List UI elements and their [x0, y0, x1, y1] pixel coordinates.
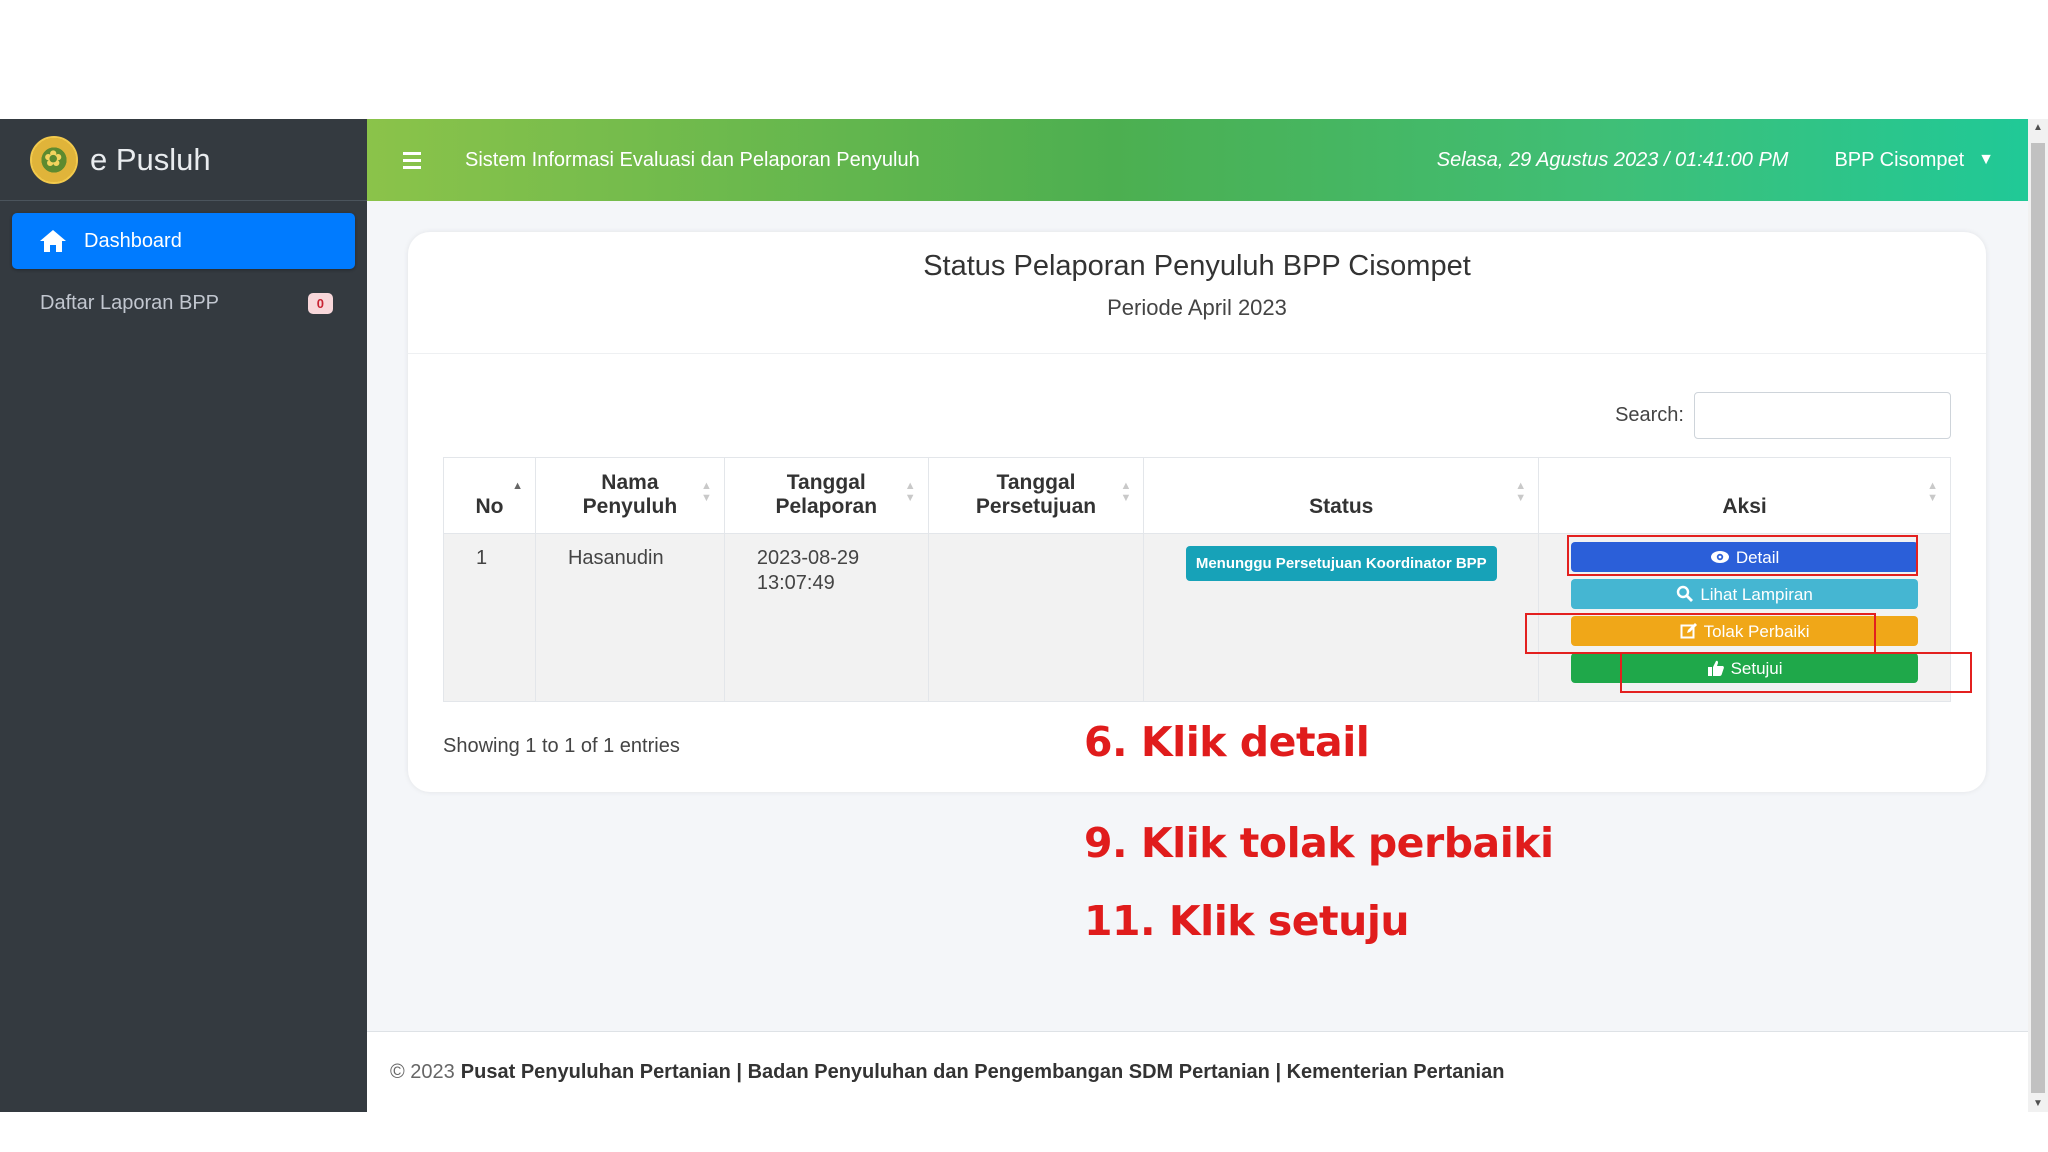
sidebar-item-daftar-laporan[interactable]: Daftar Laporan BPP 0 — [12, 275, 355, 331]
footer-org: Pusat Penyuluhan Pertanian | Badan Penyu… — [460, 1060, 1505, 1083]
search-bar: Search: — [1615, 392, 1951, 439]
home-icon — [38, 228, 68, 254]
logo-icon — [30, 135, 78, 184]
footer-copyright: © 2023 — [390, 1060, 455, 1083]
cell-status: Menunggu Persetujuan Koordinator BPP — [1143, 533, 1540, 702]
sidebar-nav: Dashboard Daftar Laporan BPP 0 — [0, 201, 367, 349]
sidebar-item-label: Dashboard — [84, 229, 182, 252]
card-header: Status Pelaporan Penyuluh BPP Cisompet P… — [408, 232, 1986, 354]
period-subtitle: Periode April 2023 — [1107, 295, 1287, 320]
column-header-tanggal-pelaporan[interactable]: Tanggal Pelaporan ▲ ▼ — [723, 457, 929, 534]
cell-no: 1 — [443, 533, 536, 702]
setujui-button[interactable]: Setujui — [1571, 653, 1919, 683]
scroll-up-icon[interactable]: ▲ — [2033, 122, 2043, 133]
lihat-lampiran-button[interactable]: Lihat Lampiran — [1571, 579, 1919, 609]
column-header-nama[interactable]: Nama Penyuluh ▲ ▼ — [534, 457, 725, 534]
sort-asc-icon: ▲ — [512, 480, 523, 492]
annotation-step-9: 9. Klik tolak perbaiki — [1084, 819, 1554, 867]
column-header-status[interactable]: Status ▲ ▼ — [1143, 457, 1540, 534]
brand-name: e Pusluh — [90, 141, 211, 177]
annotation-step-11: 11. Klik setuju — [1084, 897, 1410, 945]
user-name: BPP Cisompet — [1834, 148, 1965, 171]
cell-aksi: Detail Lihat Lampiran Tolak Perbaiki Set… — [1538, 533, 1951, 702]
datetime: Selasa, 29 Agustus 2023 / 01:41:00 PM — [1436, 148, 1789, 171]
report-table: No ▲ Nama Penyuluh ▲ ▼ Tanggal Pelaporan ▲ ▼ — [443, 457, 1951, 702]
brand[interactable]: e Pusluh — [0, 119, 367, 201]
scrollbar-thumb[interactable] — [2031, 143, 2045, 1093]
search-input[interactable] — [1694, 392, 1951, 439]
sort-icon: ▲ ▼ — [1515, 480, 1527, 504]
vertical-scrollbar[interactable]: ▲ ▼ — [2028, 119, 2048, 1112]
cell-tanggal-persetujuan — [927, 533, 1145, 702]
user-dropdown[interactable]: BPP Cisompet ▼ — [1834, 149, 1994, 172]
thumbs-up-icon — [1707, 660, 1724, 676]
app-window: e Pusluh Dashboard Daftar Laporan BPP 0 … — [0, 119, 2048, 1112]
search-icon — [1677, 585, 1694, 602]
chevron-down-icon: ▼ — [1978, 151, 1994, 168]
page-title: Status Pelaporan Penyuluh BPP Cisompet — [923, 250, 1471, 282]
sort-icon: ▲ ▼ — [1120, 480, 1132, 504]
app-title: Sistem Informasi Evaluasi dan Pelaporan … — [465, 148, 920, 171]
eye-icon — [1710, 551, 1729, 563]
cell-tanggal-pelaporan: 2023-08-29 13:07:49 — [723, 533, 929, 702]
sort-icon: ▲ ▼ — [904, 480, 916, 504]
detail-button[interactable]: Detail — [1571, 542, 1919, 572]
column-header-aksi[interactable]: Aksi ▲ ▼ — [1538, 457, 1951, 534]
count-badge: 0 — [307, 292, 333, 314]
table-row: 1 Hasanudin 2023-08-29 13:07:49 Menunggu… — [443, 533, 1951, 702]
annotation-step-6: 6. Klik detail — [1084, 718, 1370, 766]
search-label: Search: — [1615, 404, 1684, 426]
column-header-no[interactable]: No ▲ — [443, 457, 536, 534]
report-card: Status Pelaporan Penyuluh BPP Cisompet P… — [408, 232, 1986, 792]
sort-icon: ▲ ▼ — [1927, 480, 1938, 504]
edit-icon — [1680, 623, 1697, 639]
footer: © 2023 Pusat Penyuluhan Pertanian | Bada… — [367, 1031, 2028, 1112]
status-badge: Menunggu Persetujuan Koordinator BPP — [1185, 546, 1497, 581]
tolak-perbaiki-button[interactable]: Tolak Perbaiki — [1571, 616, 1919, 646]
top-navbar: Sistem Informasi Evaluasi dan Pelaporan … — [367, 119, 2028, 201]
table-info: Showing 1 to 1 of 1 entries — [443, 735, 680, 757]
sidebar: e Pusluh Dashboard Daftar Laporan BPP 0 — [0, 119, 367, 1112]
column-header-tanggal-persetujuan[interactable]: Tanggal Persetujuan ▲ ▼ — [927, 457, 1145, 534]
scroll-down-icon[interactable]: ▼ — [2033, 1098, 2043, 1109]
cell-nama: Hasanudin — [534, 533, 725, 702]
sort-icon: ▲ ▼ — [700, 480, 712, 504]
hamburger-menu-icon[interactable] — [403, 148, 435, 173]
sidebar-item-dashboard[interactable]: Dashboard — [12, 213, 355, 269]
sidebar-item-label: Daftar Laporan BPP — [40, 291, 219, 314]
